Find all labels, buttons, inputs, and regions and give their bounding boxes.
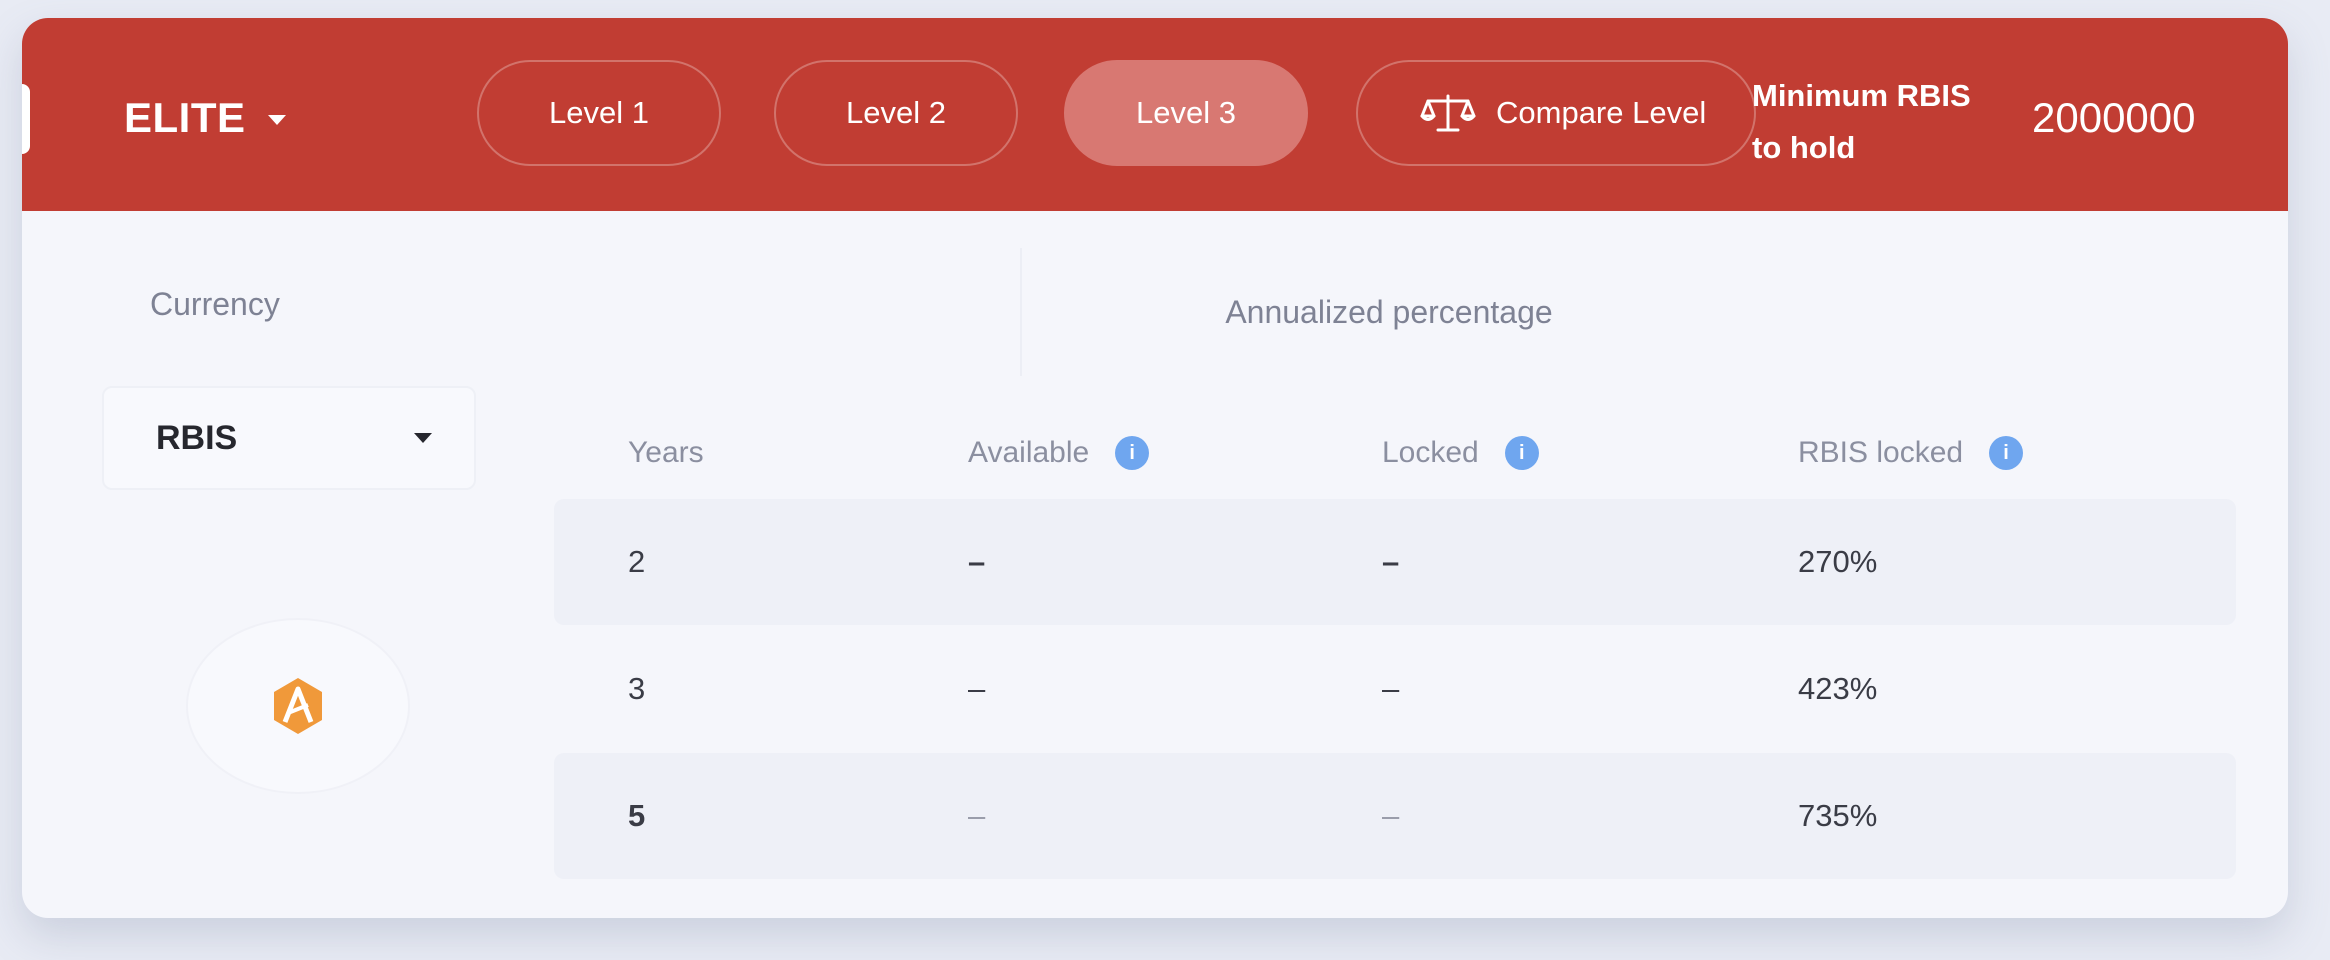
cell-available: – [968, 798, 986, 833]
rbis-logo-icon [274, 678, 322, 734]
tab-level-1[interactable]: Level 1 [477, 60, 721, 166]
cell-available: – [968, 544, 986, 579]
cell-rbis-locked: 423% [1798, 671, 1878, 706]
level-header: ELITE Level 1 Level 2 Level 3 Compare Le… [22, 18, 2288, 211]
minimum-hold-value: 2000000 [2032, 94, 2196, 141]
currency-select[interactable]: RBIS [102, 386, 476, 490]
cell-years: 2 [628, 544, 646, 579]
annualized-percentage-label: Annualized percentage [1020, 248, 1756, 376]
tab-level-3[interactable]: Level 3 [1064, 60, 1308, 166]
currency-selected-value: RBIS [156, 418, 238, 457]
tab-level-2[interactable]: Level 2 [774, 60, 1018, 166]
column-header-locked: Locked i [1382, 423, 1539, 483]
currency-logo [186, 618, 410, 794]
table-row: 3 – – 423% [554, 626, 2236, 752]
chevron-down-icon [267, 115, 286, 125]
info-icon[interactable]: i [1504, 436, 1539, 470]
annualized-percentage-text: Annualized percentage [1225, 293, 1553, 330]
staking-card: ELITE Level 1 Level 2 Level 3 Compare Le… [22, 18, 2288, 918]
tab-level-3-label: Level 3 [1136, 95, 1236, 130]
cell-years: 5 [628, 798, 646, 833]
column-header-years: Years [628, 423, 704, 483]
cell-available: – [968, 671, 986, 706]
tier-dropdown[interactable]: ELITE [124, 88, 286, 148]
cell-locked: – [1382, 671, 1400, 706]
compare-level-label: Compare Level [1496, 95, 1707, 130]
chevron-down-icon [414, 433, 432, 443]
column-header-available: Available i [968, 423, 1150, 483]
table-row: 5 – – 735% [554, 753, 2236, 879]
column-header-locked-label: Locked [1382, 436, 1479, 469]
scale-icon [1420, 94, 1476, 132]
header-notch [22, 84, 30, 154]
column-header-available-label: Available [968, 436, 1090, 469]
cell-locked: – [1382, 544, 1400, 579]
cell-locked: – [1382, 798, 1400, 833]
info-icon[interactable]: i [1989, 436, 2024, 470]
cell-rbis-locked: 270% [1798, 544, 1878, 579]
table-row: 2 – – 270% [554, 499, 2236, 625]
currency-label: Currency [150, 286, 280, 322]
info-icon[interactable]: i [1115, 436, 1150, 470]
tab-level-2-label: Level 2 [846, 95, 946, 130]
column-header-years-label: Years [628, 436, 704, 469]
cell-rbis-locked: 735% [1798, 798, 1878, 833]
column-header-rbis-locked-label: RBIS locked [1798, 436, 1964, 469]
minimum-hold-label: Minimum RBIS to hold [1752, 78, 1971, 165]
tab-level-1-label: Level 1 [549, 95, 649, 130]
cell-years: 3 [628, 671, 646, 706]
tier-label: ELITE [124, 94, 246, 141]
column-header-rbis-locked: RBIS locked i [1798, 423, 2024, 483]
compare-level-button[interactable]: Compare Level [1356, 60, 1756, 166]
